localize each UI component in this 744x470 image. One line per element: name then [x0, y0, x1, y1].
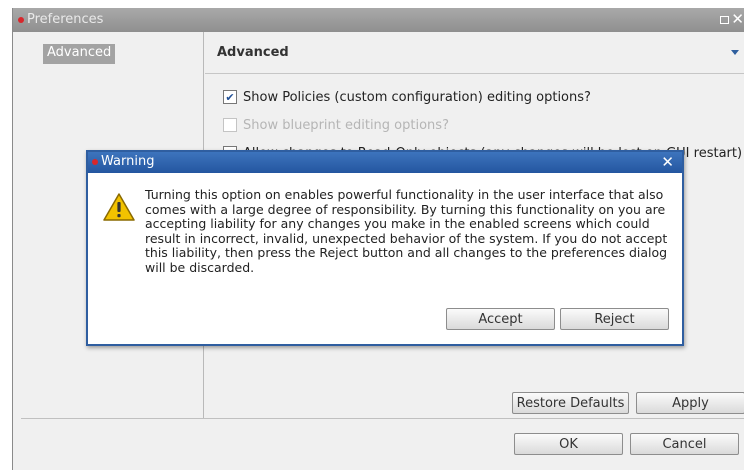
section-header[interactable]: Advanced: [205, 32, 744, 74]
reject-button[interactable]: Reject: [560, 308, 669, 330]
accept-button[interactable]: Accept: [446, 308, 555, 330]
app-dot-icon: [92, 159, 98, 165]
option-label: Show blueprint editing options?: [243, 117, 449, 133]
close-icon[interactable]: ✕: [661, 153, 674, 171]
preferences-titlebar[interactable]: Preferences ✕: [13, 8, 744, 32]
restore-defaults-button[interactable]: Restore Defaults: [512, 392, 629, 414]
option-show-policies[interactable]: ✔ Show Policies (custom configuration) e…: [223, 88, 591, 106]
maximize-icon[interactable]: [720, 16, 729, 24]
warning-titlebar[interactable]: Warning ✕: [88, 152, 682, 173]
app-dot-icon: [18, 17, 24, 23]
cancel-button[interactable]: Cancel: [630, 433, 739, 455]
close-icon[interactable]: ✕: [731, 10, 744, 28]
footer-divider: [21, 418, 744, 419]
chevron-down-icon[interactable]: [731, 50, 739, 55]
sidebar-item-advanced[interactable]: Advanced: [43, 44, 116, 64]
ok-button[interactable]: OK: [514, 433, 623, 455]
show-policies-checkbox[interactable]: ✔: [223, 90, 237, 104]
section-title: Advanced: [217, 45, 289, 60]
warning-triangle-icon: [103, 193, 135, 221]
warning-dialog: Warning ✕ Turning this option on enables…: [86, 150, 684, 346]
apply-button[interactable]: Apply: [636, 392, 744, 414]
warning-message: Turning this option on enables powerful …: [145, 187, 668, 275]
window-title: Preferences: [27, 12, 104, 27]
warning-title: Warning: [101, 154, 155, 169]
option-label: Show Policies (custom configuration) edi…: [243, 89, 591, 105]
show-blueprint-checkbox[interactable]: [223, 118, 237, 132]
option-show-blueprint[interactable]: Show blueprint editing options?: [223, 116, 449, 134]
